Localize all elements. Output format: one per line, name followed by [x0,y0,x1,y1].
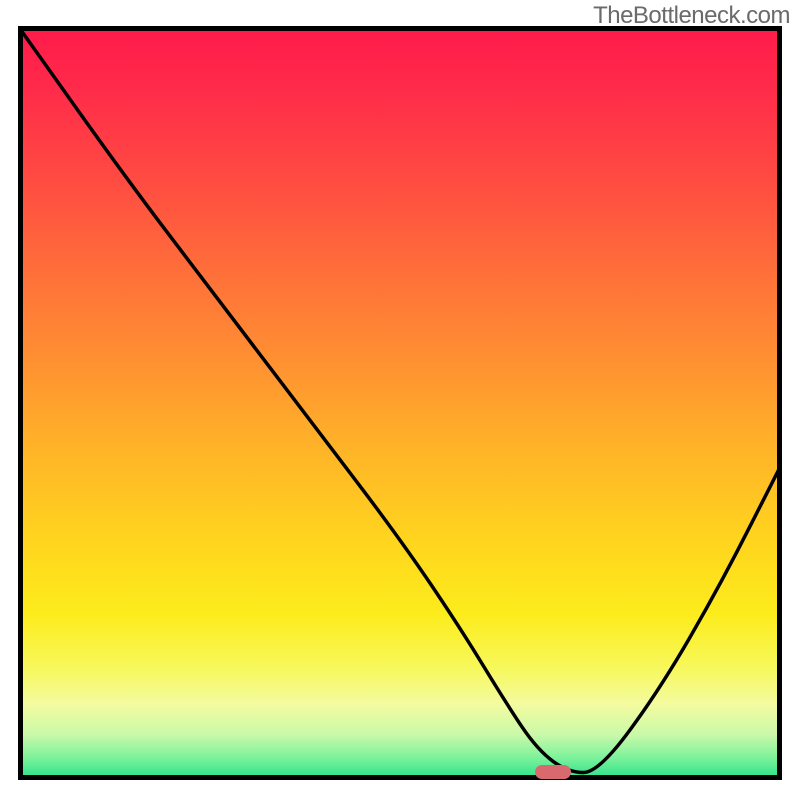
bottleneck-curve-path [18,26,782,773]
watermark-text: TheBottleneck.com [593,2,790,30]
chart-stage: TheBottleneck.com [0,0,800,800]
optimal-marker [535,765,571,779]
plot-area [18,26,782,784]
curve-svg [18,26,782,780]
